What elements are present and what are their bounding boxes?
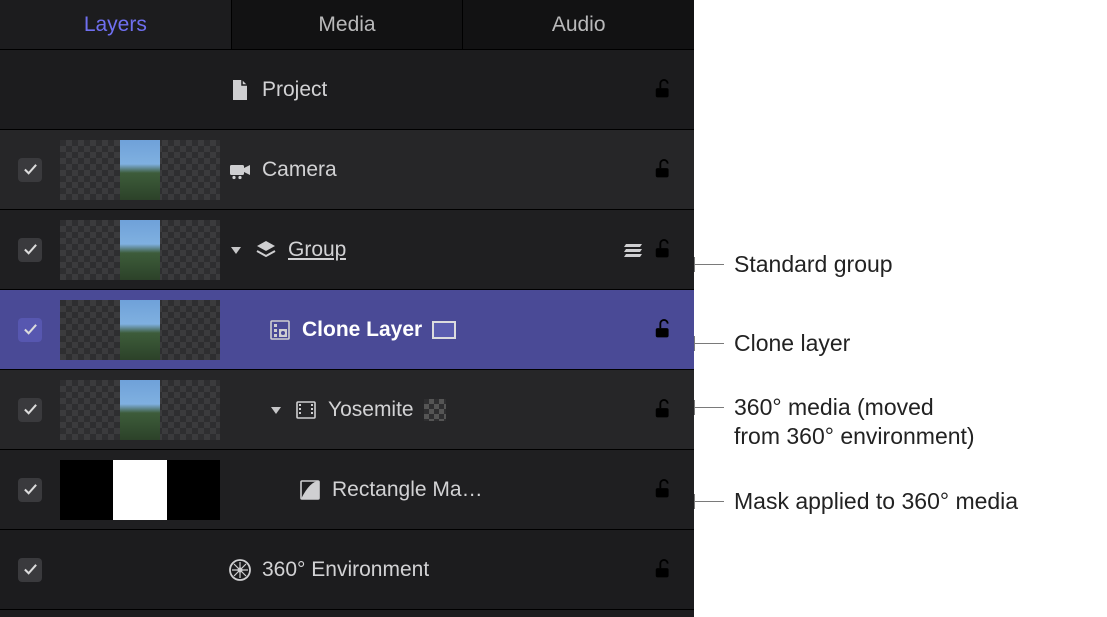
mask-icon [298, 478, 322, 502]
visibility-checkbox[interactable] [18, 478, 42, 502]
alpha-badge-icon [424, 399, 446, 421]
layers-panel: Layers Media Audio Project Camera [0, 0, 694, 617]
layer-row-mask[interactable]: Rectangle Ma… [0, 450, 694, 530]
camera-icon [228, 158, 252, 182]
layer-row-clone[interactable]: Clone Layer [0, 290, 694, 370]
lock-icon[interactable] [652, 479, 676, 501]
layer-label: Project [262, 78, 327, 102]
layer-label: Clone Layer [302, 318, 422, 342]
tab-audio[interactable]: Audio [463, 0, 694, 49]
clone-icon [268, 318, 292, 342]
lock-icon[interactable] [652, 79, 676, 101]
tab-media[interactable]: Media [232, 0, 464, 49]
thumbnail [60, 220, 220, 280]
layer-label: Camera [262, 158, 337, 182]
thumbnail [60, 300, 220, 360]
file-icon [228, 78, 252, 102]
layer-row-project[interactable]: Project [0, 50, 694, 130]
thumbnail [60, 460, 220, 520]
lock-icon[interactable] [652, 159, 676, 181]
lock-icon[interactable] [652, 319, 676, 341]
panel-tabs: Layers Media Audio [0, 0, 694, 50]
thumbnail [60, 140, 220, 200]
disclosure-toggle[interactable] [228, 242, 244, 258]
disclosure-toggle[interactable] [268, 402, 284, 418]
layer-row-yosemite[interactable]: Yosemite [0, 370, 694, 450]
lock-icon[interactable] [652, 239, 676, 261]
annotation-media360: 360° media (moved from 360° environment) [734, 393, 975, 451]
visibility-checkbox[interactable] [18, 318, 42, 342]
annotation-group: Standard group [734, 250, 893, 279]
annotation-mask: Mask applied to 360° media [734, 487, 1018, 516]
filmstrip-icon [294, 398, 318, 422]
layer-label: 360° Environment [262, 558, 429, 582]
layer-label: Rectangle Ma… [332, 478, 483, 502]
layer-row-group[interactable]: Group [0, 210, 694, 290]
visibility-checkbox[interactable] [18, 238, 42, 262]
annotation-clone: Clone layer [734, 329, 850, 358]
visibility-checkbox[interactable] [18, 558, 42, 582]
sphere-360-icon [228, 558, 252, 582]
layers-icon [254, 238, 278, 262]
stack-icon [622, 238, 646, 262]
thumbnail [60, 380, 220, 440]
layer-label: Group [288, 238, 346, 262]
visibility-checkbox[interactable] [18, 158, 42, 182]
layer-row-360-env[interactable]: 360° Environment [0, 530, 694, 610]
tab-layers[interactable]: Layers [0, 0, 232, 49]
lock-icon[interactable] [652, 399, 676, 421]
layer-row-camera[interactable]: Camera [0, 130, 694, 210]
clone-badge-icon [432, 321, 456, 339]
lock-icon[interactable] [652, 559, 676, 581]
visibility-checkbox[interactable] [18, 398, 42, 422]
layer-label: Yosemite [328, 398, 414, 422]
annotation-panel: Standard group Clone layer 360° media (m… [694, 0, 1107, 617]
